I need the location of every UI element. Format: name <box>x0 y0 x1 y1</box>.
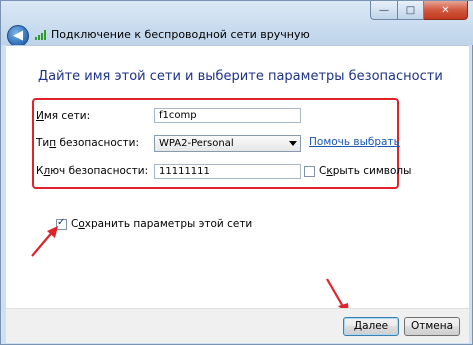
network-name-input[interactable]: f1comp <box>154 108 301 123</box>
red-arrow-icon <box>31 226 58 257</box>
chevron-down-icon <box>289 141 297 146</box>
minimize-button[interactable]: — <box>370 1 398 20</box>
window-controls: — □ ✕ <box>370 1 468 20</box>
next-button[interactable]: Далее <box>343 317 399 336</box>
security-key-label: Ключ безопасности: <box>36 165 149 177</box>
page-heading: Дайте имя этой сети и выберите параметры… <box>38 69 443 84</box>
help-choose-link[interactable]: Помочь выбрать <box>309 136 400 148</box>
window-frame: — □ ✕ ◀ Подключение к беспроводной сети … <box>0 0 473 345</box>
wireless-signal-icon <box>35 30 47 40</box>
network-name-label: Имя сети: <box>36 110 91 122</box>
dialog-content: Дайте имя этой сети и выберите параметры… <box>6 45 469 309</box>
security-type-label: Тип безопасности: <box>36 137 140 149</box>
window-title: Подключение к беспроводной сети вручную <box>51 28 310 41</box>
save-settings-label: Сохранить параметры этой сети <box>71 218 253 230</box>
back-button[interactable]: ◀ <box>7 25 29 47</box>
dialog-footer: Далее Отмена <box>6 308 469 343</box>
security-type-select[interactable]: WPA2-Personal <box>154 135 301 152</box>
close-button[interactable]: ✕ <box>424 1 468 20</box>
cancel-button[interactable]: Отмена <box>404 317 460 336</box>
security-key-input[interactable]: 11111111 <box>154 164 301 179</box>
maximize-button[interactable]: □ <box>398 1 424 20</box>
hide-characters-checkbox[interactable] <box>304 166 315 177</box>
hide-characters-label: Скрыть символы <box>319 165 412 177</box>
title-bar: — □ ✕ ◀ Подключение к беспроводной сети … <box>1 1 473 47</box>
